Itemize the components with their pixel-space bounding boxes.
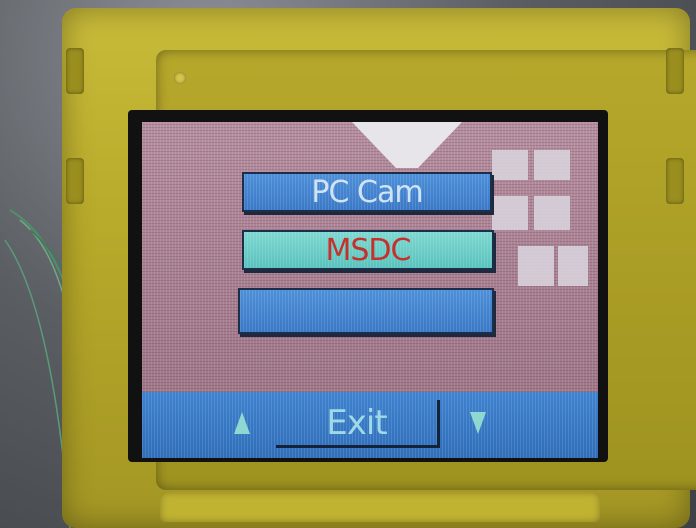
housing-slot <box>66 158 84 204</box>
background-shape <box>352 122 462 168</box>
background-tile <box>492 196 528 230</box>
background-tile <box>558 246 588 286</box>
background-tile <box>492 150 528 180</box>
lcd-screen: PC Cam MSDC Exit <box>142 122 598 458</box>
menu-item-label: PC Cam <box>311 174 423 210</box>
triangle-down-icon[interactable] <box>470 412 486 434</box>
exit-label: Exit <box>326 402 387 443</box>
menu-item-pc-cam[interactable]: PC Cam <box>242 172 492 212</box>
background-tile <box>518 246 554 286</box>
menu-item-label: MSDC <box>325 232 412 268</box>
housing-slot <box>66 48 84 94</box>
housing-slot <box>666 48 684 94</box>
housing-slot <box>666 158 684 204</box>
screw <box>174 72 186 84</box>
exit-button[interactable]: Exit <box>276 400 440 448</box>
background-tile <box>534 196 570 230</box>
menu-item-msdc[interactable]: MSDC <box>242 230 494 270</box>
background-tile <box>534 150 570 180</box>
menu-item-empty[interactable] <box>238 288 494 334</box>
housing-base <box>160 492 600 522</box>
triangle-up-icon[interactable] <box>234 412 250 434</box>
